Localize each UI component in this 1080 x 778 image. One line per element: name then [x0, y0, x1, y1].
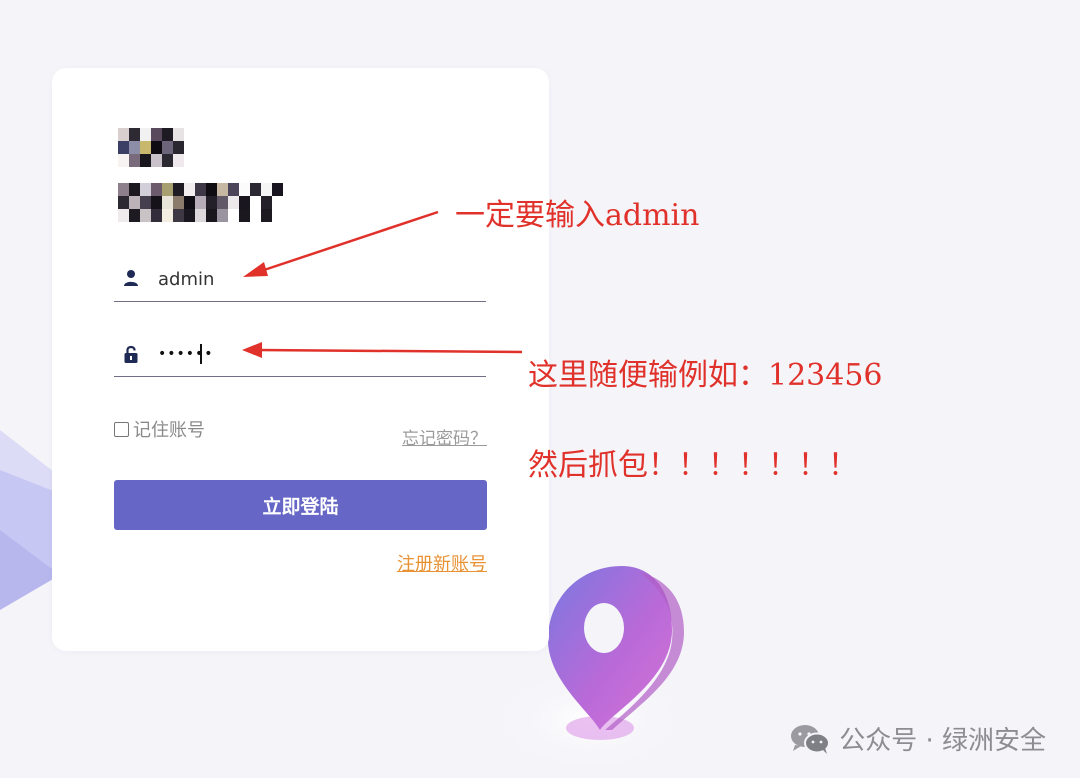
username-input[interactable] — [158, 267, 458, 291]
remember-checkbox[interactable] — [114, 421, 129, 437]
annotation-capture-note: 然后抓包！！！！！！！ — [528, 448, 858, 483]
password-field — [114, 336, 486, 377]
password-input[interactable] — [158, 342, 458, 366]
watermark: 公众号 · 绿洲安全 — [789, 720, 1046, 757]
remember-label: 记住账号 — [133, 420, 205, 441]
register-link[interactable]: 注册新账号 — [397, 550, 487, 576]
annotation-password-note: 这里随便输例如：123456 — [528, 358, 883, 393]
forgot-password-link[interactable]: 忘记密码？ — [402, 424, 487, 449]
wechat-icon — [791, 724, 831, 754]
watermark-text: 公众号 · 绿洲安全 — [839, 726, 1046, 756]
text-caret — [200, 344, 202, 364]
remember-account-row: 记住账号 — [114, 416, 205, 442]
unlock-icon — [124, 345, 138, 363]
login-card: 记住账号 忘记密码？ 立即登陆 注册新账号 — [52, 68, 549, 651]
login-button[interactable]: 立即登陆 — [114, 480, 487, 530]
annotation-username-note: 一定要输入admin — [455, 198, 700, 233]
user-icon — [124, 270, 138, 286]
username-field — [114, 261, 486, 302]
